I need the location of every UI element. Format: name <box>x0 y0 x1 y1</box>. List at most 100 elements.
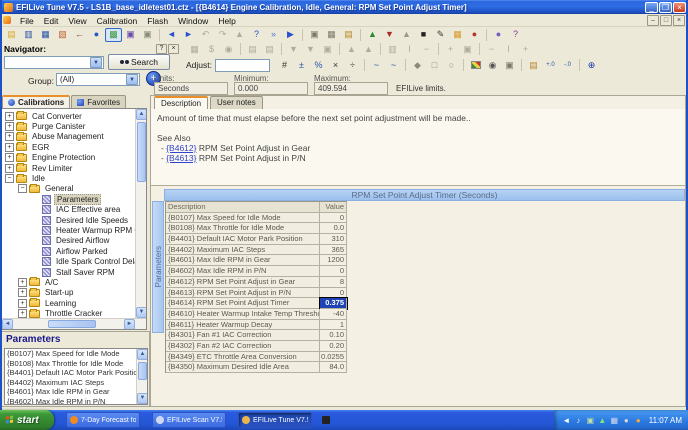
taskbar-task[interactable]: EFILive Scan V7.5 (Lo... <box>152 412 226 428</box>
tree-item-label[interactable]: Abuse Management <box>30 132 106 141</box>
tree-item[interactable]: Parameters <box>2 194 146 204</box>
tray-network-icon[interactable]: ▣ <box>586 416 595 425</box>
search-button[interactable]: Search <box>108 54 170 70</box>
percent-button[interactable]: % <box>310 58 327 72</box>
tree-item-label[interactable]: Desired Idle Speeds <box>54 216 130 225</box>
tree-item-label[interactable]: Learning <box>43 299 78 308</box>
menu-edit[interactable]: Edit <box>39 16 64 26</box>
tree-item-label[interactable]: Parameters <box>54 194 101 205</box>
list-item[interactable]: {B0108} Max Throttle for Idle Mode <box>5 359 147 369</box>
start-button[interactable]: start <box>0 410 54 430</box>
cell-value[interactable]: 0 <box>320 213 347 224</box>
cell-value[interactable]: 8 <box>320 277 347 288</box>
cell-description[interactable]: {B4349} ETC Throttle Area Conversion <box>166 352 320 363</box>
tree-item-label[interactable]: General <box>43 184 75 193</box>
tree-expand-toggle[interactable]: + <box>5 112 14 121</box>
mdi-restore-button[interactable]: □ <box>660 15 672 26</box>
tree-item[interactable]: +Learning <box>2 298 146 308</box>
list-item[interactable]: {B4401} Default IAC Motor Park Position <box>5 368 147 378</box>
tree-item-label[interactable]: Desired Airflow <box>54 236 111 245</box>
tree-expand-toggle[interactable]: + <box>5 132 14 141</box>
tree-item[interactable]: +Start-up <box>2 288 146 298</box>
divide-button[interactable]: ÷ <box>344 58 361 72</box>
cell-value[interactable]: 0.375 <box>320 298 347 309</box>
tree-horizontal-scrollbar[interactable]: ◄ ► <box>2 318 147 329</box>
increment-button[interactable]: ± <box>293 58 310 72</box>
list-item[interactable]: {B4402} Maximum IAC Steps <box>5 378 147 388</box>
group-combo[interactable]: (All) ▼ <box>56 73 140 86</box>
cell-description[interactable]: {B4612} RPM Set Point Adjust in Gear <box>166 277 320 288</box>
cell-value[interactable]: 0 <box>320 266 347 277</box>
smooth-row-button[interactable]: ~ <box>368 58 385 72</box>
tree-item-label[interactable]: A/C <box>43 278 60 287</box>
menu-file[interactable]: File <box>15 16 39 26</box>
tree-item-label[interactable]: Cat Converter <box>30 112 84 121</box>
cell-description[interactable]: {B0108} Max Throttle for Idle Mode <box>166 223 320 234</box>
open-file-button[interactable]: ▤ <box>3 28 20 42</box>
tree-expand-toggle[interactable]: − <box>5 174 14 183</box>
tree-item-label[interactable]: EGR <box>30 143 51 152</box>
tab-favorites[interactable]: Favorites <box>71 95 126 108</box>
taskbar-task[interactable]: 7-Day Forecast for L... <box>66 412 140 428</box>
cell-description[interactable]: {B4614} RPM Set Point Adjust Timer <box>166 298 320 309</box>
save-file-button[interactable]: ▥ <box>20 28 37 42</box>
list-item[interactable]: {B4602} Max Idle RPM in P/N <box>5 397 147 406</box>
about-button[interactable]: ? <box>507 28 524 42</box>
menu-help[interactable]: Help <box>213 16 240 26</box>
tree-item[interactable]: Idle Spark Control Delay <box>2 256 146 266</box>
file-info-button[interactable]: ● <box>88 28 105 42</box>
tree-item[interactable]: +A/C <box>2 277 146 287</box>
cell-value[interactable]: -40 <box>320 309 347 320</box>
tree-item-label[interactable]: Airflow Parked <box>54 247 110 256</box>
more-decimals-button[interactable]: +.0 <box>542 58 559 72</box>
close-calibration-button[interactable]: ▧ <box>54 28 71 42</box>
tree-item[interactable]: Desired Airflow <box>2 236 146 246</box>
go-button[interactable]: ▶ <box>282 28 299 42</box>
taskbar-task[interactable]: EFILive Tune V7.5 - L... <box>238 412 312 428</box>
security-key-button[interactable]: ● <box>490 28 507 42</box>
select-all-button[interactable]: ○ <box>443 58 460 72</box>
cell-value[interactable]: 1 <box>320 320 347 331</box>
cell-description[interactable]: {B4350} Maximum Desired Idle Area <box>166 362 320 373</box>
tray-audio-icon[interactable]: ♪ <box>574 416 583 425</box>
tree-item-label[interactable]: Idle <box>30 174 47 183</box>
column-header-value[interactable]: Value <box>320 202 347 213</box>
save-all-button[interactable]: ▦ <box>37 28 54 42</box>
tray-browser-icon[interactable]: ● <box>634 416 643 425</box>
tree-item[interactable]: + Abuse Management <box>2 132 146 142</box>
column-header-description[interactable]: Description <box>166 202 320 213</box>
revert-button[interactable]: ← <box>71 28 88 42</box>
cell-description[interactable]: {B4302} Fan #2 IAC Correction <box>166 341 320 352</box>
tree-item-label[interactable]: Purge Canister <box>30 122 87 131</box>
cell-description[interactable]: {B4401} Default IAC Motor Park Position <box>166 234 320 245</box>
tree-item[interactable]: IAC Effective area <box>2 205 146 215</box>
cell-value[interactable]: 0.0 <box>320 223 347 234</box>
flash-read-button[interactable]: ▲ <box>364 28 381 42</box>
tree-item[interactable]: +Rev Limiter <box>2 163 146 173</box>
tree-item[interactable]: Stall Saver RPM <box>2 267 146 277</box>
tree-expand-toggle[interactable]: + <box>5 143 14 152</box>
tree-item[interactable]: − Idle <box>2 173 146 183</box>
tray-hide-icon[interactable]: ◄ <box>562 416 571 425</box>
cell-value[interactable]: 0.20 <box>320 341 347 352</box>
tree-item-label[interactable]: Stall Saver RPM <box>54 268 117 277</box>
copy-button[interactable]: ▣ <box>306 28 323 42</box>
menu-calibration[interactable]: Calibration <box>92 16 143 26</box>
cell-value[interactable]: 0 <box>320 288 347 299</box>
tab-calibrations[interactable]: Calibrations <box>2 95 70 108</box>
less-decimals-button[interactable]: -.0 <box>559 58 576 72</box>
cell-description[interactable]: {B4613} RPM Set Point Adjust in P/N <box>166 288 320 299</box>
tree-item[interactable]: +Engine Protection <box>2 153 146 163</box>
tray-display-icon[interactable]: ▦ <box>610 416 619 425</box>
chevron-down-icon[interactable]: ▼ <box>126 74 138 85</box>
calibration-link[interactable]: {B4612} <box>166 143 196 153</box>
tree-item-label[interactable]: IAC Effective area <box>54 205 122 214</box>
color-map-button[interactable] <box>467 58 484 72</box>
cell-description[interactable]: {B4301} Fan #1 IAC Correction <box>166 330 320 341</box>
flash-write-button[interactable]: ▼ <box>381 28 398 42</box>
navigator-close-button[interactable]: × <box>168 44 179 54</box>
tree-item-label[interactable]: Throttle Cracker <box>43 309 104 318</box>
tree-expand-toggle[interactable]: + <box>5 164 14 173</box>
tree-vertical-scrollbar[interactable]: ▲ ▼ <box>135 109 147 318</box>
tree-item[interactable]: +Purge Canister <box>2 121 146 131</box>
